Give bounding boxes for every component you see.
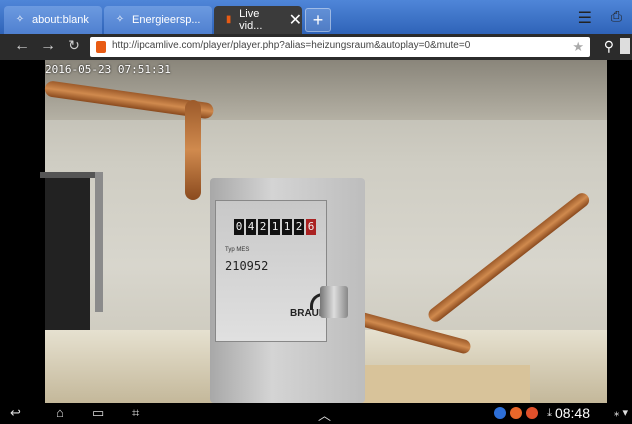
site-favicon-icon — [96, 41, 106, 53]
search-icon[interactable]: ⚲ — [604, 38, 614, 55]
system-navigation-bar: ↩ ⌂ ▭ ⌗ ︿ ⤓ 08:48 ⁎ ▾ — [0, 403, 632, 423]
url-text: http://ipcamlive.com/player/player.php?a… — [112, 40, 471, 51]
counter-digit: 2 — [258, 219, 268, 235]
tab-live-video[interactable]: ▮ Live vid... ✕ — [214, 6, 302, 34]
chevron-up-icon[interactable]: ︿ — [318, 405, 331, 424]
home-icon[interactable]: ⌂ — [56, 405, 64, 420]
counter-digit-decimal: 6 — [306, 219, 316, 235]
tab-label: Live vid... — [239, 8, 263, 32]
tab-strip: ✧ about:blank ✧ Energieersp... ▮ Live vi… — [0, 0, 632, 34]
ipcam-icon: ▮ — [225, 14, 232, 25]
menu-icon[interactable]: ☰ — [578, 8, 592, 28]
meter-faceplate: 0 4 2 1 1 2 6 Typ MES 210952 — [215, 200, 327, 342]
bookmark-star-icon[interactable]: ★ — [572, 39, 584, 55]
video-player[interactable]: 0 4 2 1 1 2 6 Typ MES 210952 BRAUN 2016-… — [0, 60, 632, 403]
counter-digit: 1 — [270, 219, 280, 235]
tab-about-blank[interactable]: ✧ about:blank — [4, 6, 102, 34]
meter-counter: 0 4 2 1 1 2 6 — [234, 219, 318, 235]
recent-apps-icon[interactable]: ▭ — [92, 405, 104, 421]
copper-pipe-vertical — [185, 100, 201, 200]
counter-digit: 4 — [246, 219, 256, 235]
tab-label: Energieersp... — [132, 14, 201, 26]
tab-label: about:blank — [32, 14, 89, 26]
meter-serial: 210952 — [225, 259, 269, 273]
globe-icon: ✧ — [15, 14, 25, 25]
screenshot-icon[interactable]: ⌗ — [132, 405, 139, 421]
left-pipe — [40, 172, 100, 178]
navigation-bar: ← → ↻ http://ipcamlive.com/player/player… — [0, 34, 632, 60]
address-bar[interactable]: http://ipcamlive.com/player/player.php?a… — [90, 37, 590, 57]
vertical-pipe — [95, 172, 103, 312]
sidebar-edge-icon[interactable] — [620, 38, 630, 54]
globe-icon: ✧ — [115, 14, 125, 25]
counter-digit: 0 — [234, 219, 244, 235]
pipe-nut — [320, 286, 348, 318]
tab-energieersparnis[interactable]: ✧ Energieersp... — [104, 6, 212, 34]
notification-icon — [510, 407, 522, 419]
notification-icon — [494, 407, 506, 419]
dark-pipe-area — [45, 172, 90, 352]
close-tab-icon[interactable]: ✕ — [289, 10, 302, 30]
copper-pipe-diagonal — [425, 190, 592, 325]
back-icon[interactable]: ↩ — [10, 405, 21, 421]
notification-icon — [526, 407, 538, 419]
signal-icon: ⁎ ▾ — [613, 407, 628, 419]
browser-window: ✧ about:blank ✧ Energieersp... ▮ Live vi… — [0, 0, 632, 423]
forward-arrow-icon[interactable]: → — [38, 37, 58, 55]
reload-icon[interactable]: ↻ — [64, 37, 84, 54]
meter-type: Typ MES — [225, 247, 250, 253]
bookmarks-icon[interactable]: ⎙ — [611, 8, 622, 25]
camera-image: 0 4 2 1 1 2 6 Typ MES 210952 BRAUN — [40, 60, 607, 403]
video-timestamp: 2016-05-23 07:51:31 — [45, 63, 171, 76]
new-tab-button[interactable]: + — [305, 8, 331, 32]
counter-digit: 1 — [282, 219, 292, 235]
status-clock: 08:48 — [554, 405, 590, 421]
back-arrow-icon[interactable]: ← — [12, 37, 32, 55]
counter-digit: 2 — [294, 219, 304, 235]
download-icon: ⤓ — [547, 407, 552, 419]
